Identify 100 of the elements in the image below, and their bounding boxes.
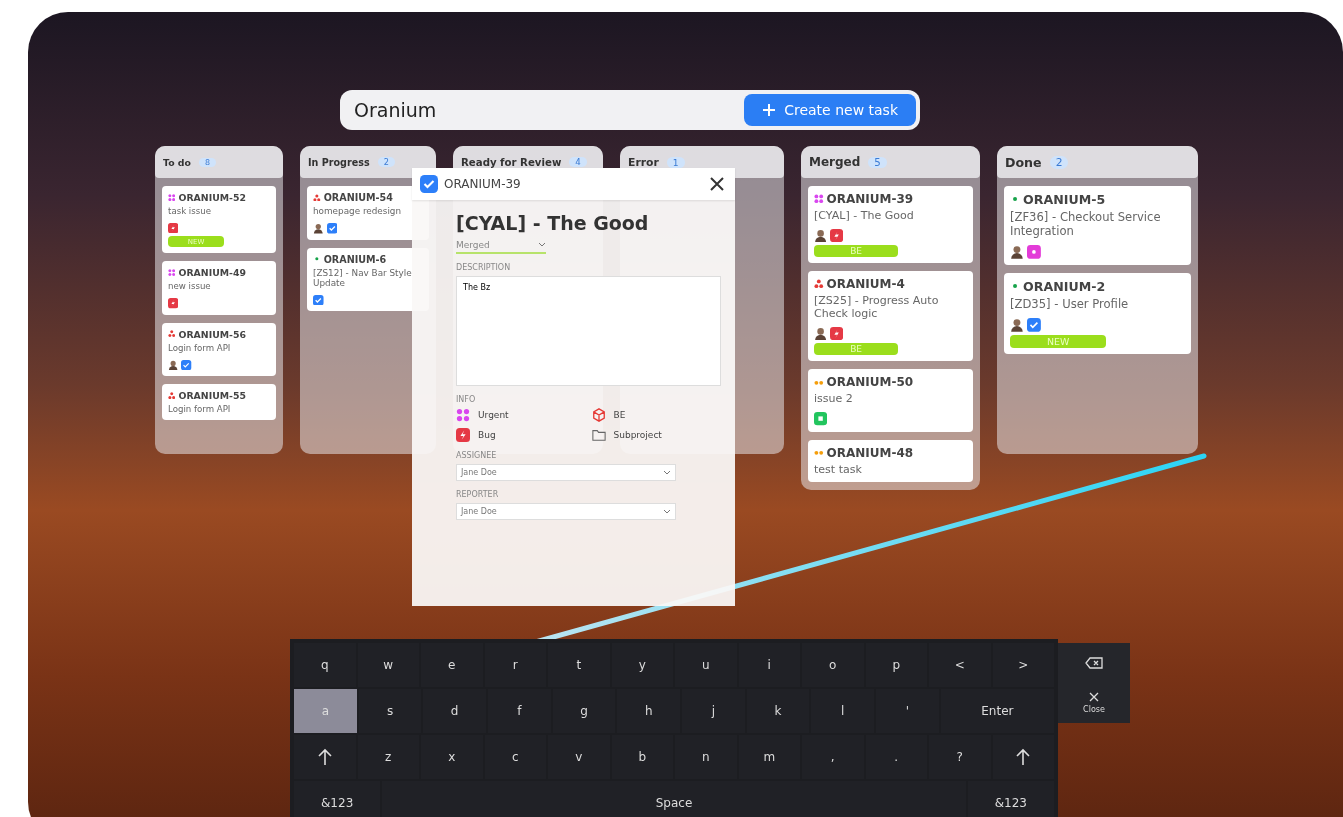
keyboard-key[interactable]: Space	[382, 781, 966, 817]
task-card[interactable]: ORANIUM-5 [ZF36] - Checkout Service Integration	[1004, 186, 1191, 265]
info-value: Subproject	[613, 430, 662, 440]
task-title: Login form API	[168, 403, 232, 414]
keyboard-key[interactable]: v	[548, 735, 610, 779]
keyboard-key[interactable]: p	[865, 643, 927, 687]
keyboard-key[interactable]: &123	[294, 781, 381, 817]
keyboard-key[interactable]: .	[865, 735, 927, 779]
keyboard-key[interactable]	[294, 735, 356, 779]
task-key: ORANIUM-2	[1023, 278, 1106, 294]
description-field[interactable]: The Bz	[456, 276, 721, 386]
lightning-badge-icon	[456, 428, 470, 442]
keyboard-key[interactable]: &123	[967, 781, 1054, 817]
four-dot-icon	[168, 269, 176, 277]
task-card[interactable]: ORANIUM-56 Login form API	[162, 322, 276, 376]
keyboard-key[interactable]: w	[357, 643, 419, 687]
task-title: [ZD35] - User Profile	[1010, 296, 1130, 311]
keyboard-key[interactable]: <	[929, 643, 991, 687]
keyboard-key[interactable]	[992, 735, 1054, 779]
keyboard-key[interactable]: x	[421, 735, 483, 779]
keyboard-key[interactable]: l	[811, 689, 875, 733]
task-card[interactable]: ORANIUM-48 test task	[808, 439, 973, 482]
keyboard-key[interactable]: Enter	[940, 689, 1055, 733]
task-title: new issue	[168, 281, 212, 292]
keyboard-key[interactable]: f	[488, 689, 551, 733]
dialog-title: [CYAL] - The Good	[456, 212, 650, 234]
keyboard-key[interactable]: r	[484, 643, 546, 687]
task-key: ORANIUM-54	[323, 192, 393, 203]
keyboard-key[interactable]: >	[992, 643, 1054, 687]
checkmark-badge-icon	[313, 294, 324, 306]
task-key: ORANIUM-50	[826, 375, 914, 390]
task-title: [ZS12] - Nav Bar Style Update	[313, 267, 413, 288]
field-label: REPORTER	[456, 490, 500, 499]
card-tag: BE	[814, 245, 899, 258]
four-dot-icon	[168, 193, 176, 202]
keyboard-key[interactable]: ?	[929, 735, 991, 779]
keyboard-key[interactable]: q	[294, 643, 356, 687]
three-dot-icon	[168, 391, 176, 400]
keyboard-key[interactable]: o	[802, 643, 864, 687]
task-title: [ZF36] - Checkout Service Integration	[1010, 210, 1162, 238]
folder-icon	[591, 428, 606, 442]
lightning-badge-icon	[830, 229, 844, 243]
info-value: BE	[613, 410, 626, 420]
keyboard-key[interactable]: d	[423, 689, 486, 733]
keyboard-key[interactable]: j	[682, 689, 745, 733]
shift-arrow-icon	[1015, 748, 1032, 766]
task-card[interactable]: ORANIUM-2 [ZD35] - User Profile NEW	[1004, 272, 1191, 354]
checkmark-badge-icon	[420, 175, 438, 193]
column-title: To do	[163, 156, 191, 168]
task-key: ORANIUM-5	[1023, 192, 1106, 207]
task-key: ORANIUM-39	[826, 192, 914, 206]
info-value: Bug	[478, 430, 496, 440]
cube-icon	[591, 408, 606, 422]
keyboard-key[interactable]: i	[738, 643, 800, 687]
task-card[interactable]: ORANIUM-55 Login form API	[162, 383, 276, 420]
column-title: Error	[628, 155, 659, 169]
keyboard-key[interactable]: m	[738, 735, 800, 779]
keyboard-key[interactable]: u	[675, 643, 737, 687]
column-count: 4	[569, 157, 587, 167]
keyboard-key[interactable]: c	[484, 735, 546, 779]
task-key: ORANIUM-55	[178, 389, 246, 401]
task-card[interactable]: ORANIUM-50 issue 2	[808, 369, 973, 432]
card-tag: NEW	[1010, 334, 1107, 348]
column-title: Done	[1005, 154, 1042, 170]
field-label: ASSIGNEE	[456, 451, 498, 460]
create-task-button[interactable]: Create new task	[744, 94, 916, 126]
lightning-badge-icon	[168, 223, 179, 234]
keyboard-key[interactable]: g	[552, 689, 616, 733]
backspace-icon	[1085, 657, 1103, 669]
reporter-dropdown[interactable]: Jane Doe	[456, 503, 676, 520]
keyboard-key[interactable]: n	[675, 735, 737, 779]
task-card[interactable]: ORANIUM-4 [ZS25] - Progress Auto Check logic BE	[808, 271, 973, 362]
keyboard-key[interactable]: h	[617, 689, 681, 733]
keyboard-key[interactable]: s	[358, 689, 422, 733]
keyboard-key[interactable]: e	[421, 643, 483, 687]
task-key: ORANIUM-6	[323, 253, 387, 265]
close-icon	[1089, 692, 1099, 702]
lightning-badge-icon	[830, 327, 844, 341]
field-label: DESCRIPTION	[456, 263, 512, 272]
keyboard-key[interactable]: ,	[802, 735, 864, 779]
assignee-dropdown[interactable]: Jane Doe	[456, 464, 676, 481]
dot-icon	[313, 255, 321, 263]
keyboard-key[interactable]: t	[548, 643, 610, 687]
task-key: ORANIUM-49	[178, 267, 246, 279]
checkmark-badge-icon	[181, 359, 192, 370]
plus-icon	[762, 103, 777, 117]
column-title: Ready for Review	[461, 156, 562, 168]
column-count: 5	[868, 156, 887, 168]
keyboard-key[interactable]: k	[746, 689, 810, 733]
field-label: INFO	[456, 395, 477, 404]
keyboard-key[interactable]: b	[611, 735, 673, 779]
three-dot-icon	[168, 330, 176, 338]
keyboard-key[interactable]: z	[357, 735, 419, 779]
keyboard-key[interactable]: '	[876, 689, 939, 733]
keyboard-key[interactable]: y	[611, 643, 673, 687]
task-card[interactable]: ORANIUM-39 [CYAL] - The Good BE	[808, 186, 973, 264]
four-dot-icon	[814, 194, 824, 204]
task-card[interactable]: ORANIUM-49 new issue	[162, 261, 276, 315]
card-tag: BE	[814, 343, 899, 356]
board-title: Oranium	[354, 99, 437, 121]
